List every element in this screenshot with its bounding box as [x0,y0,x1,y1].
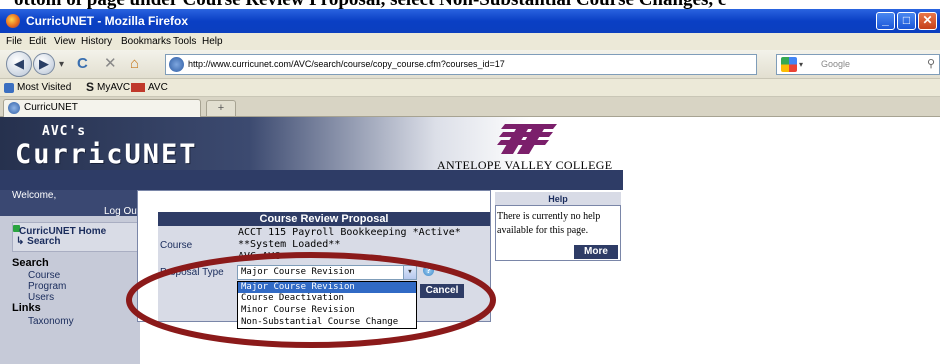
tab-favicon-icon [8,102,20,114]
sidebar-search-heading: Search [12,257,49,269]
logout-link[interactable]: Log Out [104,206,140,217]
new-tab-button[interactable]: + [206,100,236,116]
bookmark-myavc[interactable]: MyAVC [97,82,130,93]
sidebar-item-course[interactable]: Course [28,270,60,281]
tab-bar: CurricUNET + [0,97,940,117]
address-bar[interactable]: http://www.curricunet.com/AVC/search/cou… [165,54,897,91]
stop-icon[interactable]: ✕ [104,55,117,73]
window-title: CurricUNET - Mozilla Firefox [26,14,189,28]
menu-bar: File Edit View History Bookmarks Tools H… [0,33,940,50]
instruction-banner: ottom of page under Course Review Propos… [0,0,940,9]
help-text: There is currently no help available for… [497,211,601,236]
close-button[interactable]: ✕ [918,12,937,30]
navigation-toolbar: ◀ ▶ ▾ C ✕ ⌂ http://www.curricunet.com/AV… [0,50,940,91]
help-title: Help [495,192,621,206]
minimize-button[interactable]: _ [876,12,895,30]
menu-edit[interactable]: Edit [29,36,46,47]
curricunet-logo[interactable]: CurricUNET [15,139,198,170]
cancel-button[interactable]: Cancel [420,284,464,298]
option-major-course-revision[interactable]: Major Course Revision [238,282,416,293]
tab-curricunet[interactable]: CurricUNET [3,99,201,117]
bookmark-avc[interactable]: AVC [148,82,168,93]
proposal-type-label: Proposal Type [160,267,224,278]
option-non-substantial-course-change[interactable]: Non-Substantial Course Change [238,317,416,328]
help-question-icon[interactable]: ? [423,265,434,276]
form-title: Course Review Proposal [158,212,490,226]
search-link-label[interactable]: ↳ Search [16,236,61,247]
home-icon[interactable]: ⌂ [130,55,139,73]
site-identity-icon[interactable] [169,57,184,72]
proposal-type-select[interactable]: Major Course Revision ▾ [237,265,417,280]
back-button[interactable]: ◀ [6,51,32,77]
bookmark-most-visited[interactable]: Most Visited [17,82,71,93]
avc-bookmark-icon [131,83,145,92]
most-visited-icon [4,83,14,93]
site-header: AVC's CurricUNET ANTELOPE VALLEY COLLEGE [0,117,623,173]
bookmarks-toolbar: Most Visited S MyAVC AVC [0,79,940,97]
menu-history[interactable]: History [81,36,112,47]
course-value-line1: ACCT 115 Payroll Bookkeeping *Active* [238,227,461,238]
reload-icon[interactable]: C [77,55,88,73]
course-value-line3: AVC AVC [238,251,281,262]
firefox-icon [6,14,20,28]
search-box[interactable]: ▾ Google ⚲ [776,54,940,75]
menu-bookmarks[interactable]: Bookmarks [121,36,171,47]
maximize-button[interactable]: □ [897,12,916,30]
proposal-type-dropdown: Major Course Revision Course Deactivatio… [237,281,417,329]
menu-tools[interactable]: Tools [173,36,196,47]
sidebar-links-heading: Links [12,302,41,314]
sidebar-item-taxonomy[interactable]: Taxonomy [28,316,74,327]
search-magnifier-icon[interactable]: ⚲ [927,55,935,74]
title-bar: CurricUNET - Mozilla Firefox _ □ ✕ [0,9,940,33]
search-placeholder: Google [821,59,851,69]
welcome-text: Welcome, [12,190,57,201]
course-value-line2: **System Loaded** [238,239,341,250]
forward-button[interactable]: ▶ [33,53,55,75]
myavc-icon: S [86,80,95,94]
proposal-type-selected: Major Course Revision [241,267,355,277]
course-label: Course [160,240,193,251]
more-button[interactable]: More [574,245,618,259]
google-icon[interactable] [781,57,797,72]
tab-label: CurricUNET [24,102,78,113]
search-engine-dropdown-icon[interactable]: ▾ [799,55,803,74]
menu-view[interactable]: View [54,36,76,47]
url-text: http://www.curricunet.com/AVC/search/cou… [188,59,505,69]
logo-small-text: AVC's [42,124,87,139]
menu-help[interactable]: Help [202,36,223,47]
option-minor-course-revision[interactable]: Minor Course Revision [238,305,416,316]
chevron-down-icon[interactable]: ▾ [403,266,416,279]
browser-window: ottom of page under Course Review Propos… [0,0,940,364]
header-stripe [0,170,623,190]
history-dropdown-icon[interactable]: ▾ [59,56,64,74]
sidebar-item-program[interactable]: Program [28,281,66,292]
avc-logo-icon [497,124,557,154]
option-course-deactivation[interactable]: Course Deactivation [238,293,416,304]
menu-file[interactable]: File [6,36,22,47]
